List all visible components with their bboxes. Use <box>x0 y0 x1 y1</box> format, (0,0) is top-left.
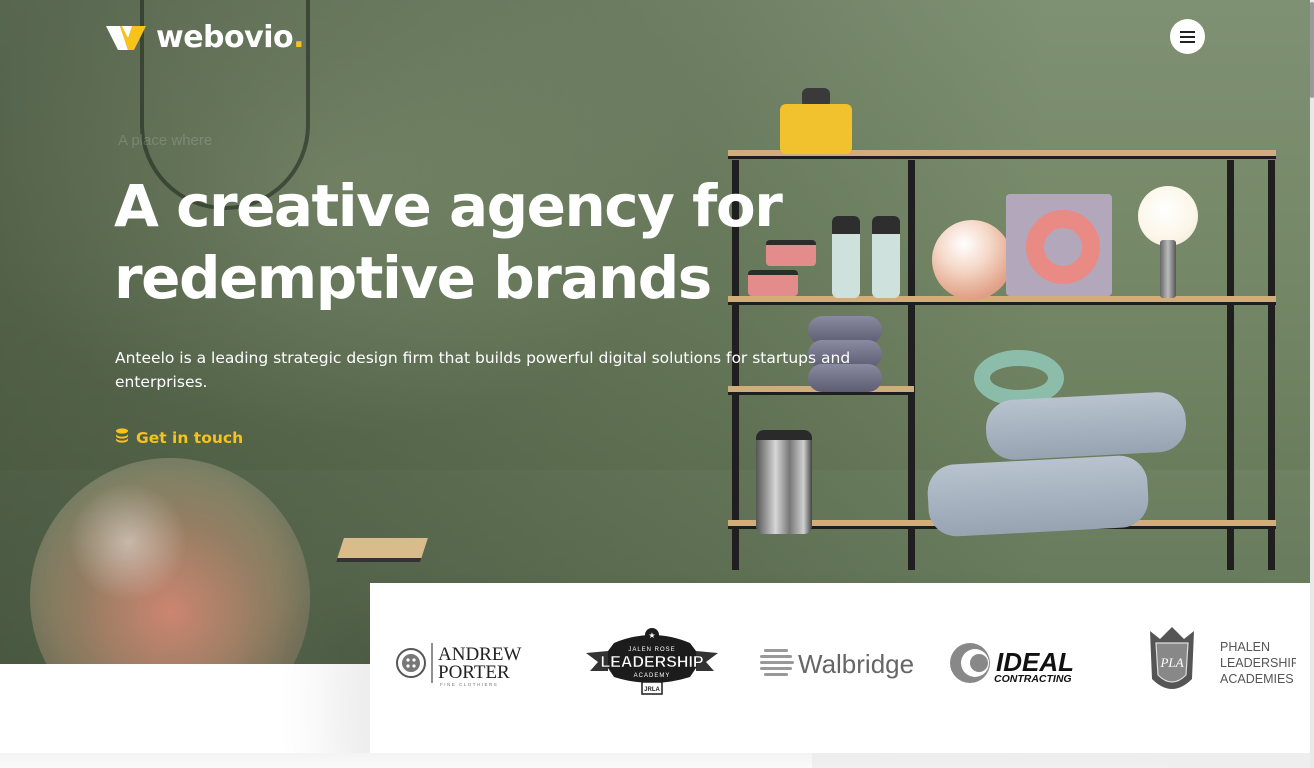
client-logo-ideal-contracting: IDEAL CONTRACTING <box>948 623 1108 703</box>
peach-ball-illustration <box>932 220 1012 300</box>
svg-text:PORTER: PORTER <box>438 662 510 683</box>
hero-headline: A creative agency for redemptive brands <box>114 170 914 314</box>
cushion-illustration <box>926 454 1150 538</box>
page-scrollbar[interactable] <box>1310 0 1314 768</box>
client-logo-leadership-academy: ★ JALEN ROSE LEADERSHIP ACADEMY JRLA <box>584 623 720 703</box>
svg-text:CONTRACTING: CONTRACTING <box>994 673 1072 685</box>
hamburger-icon <box>1180 30 1195 33</box>
svg-text:ACADEMY: ACADEMY <box>634 673 671 679</box>
svg-text:FINE CLOTHIERS: FINE CLOTHIERS <box>440 682 498 687</box>
canister-illustration <box>756 430 812 534</box>
headline-line-2: redemptive brands <box>114 244 712 312</box>
svg-text:Walbridge: Walbridge <box>798 649 914 679</box>
section-divider <box>1170 753 1310 768</box>
lamp-stem-illustration <box>1160 240 1176 298</box>
logo-mark-icon <box>106 24 146 52</box>
scrollbar-thumb[interactable] <box>1310 2 1314 98</box>
cushion-illustration <box>984 390 1188 462</box>
hero-tagline: A place where <box>118 132 213 149</box>
menu-button[interactable] <box>1170 19 1205 54</box>
client-logo-andrew-porter: ANDREW PORTER FINE CLOTHIERS <box>396 623 536 703</box>
svg-text:PLA: PLA <box>1159 655 1183 670</box>
svg-text:LEADERSHIP: LEADERSHIP <box>1220 656 1296 670</box>
svg-text:LEADERSHIP: LEADERSHIP <box>600 654 703 671</box>
logo-text: webovio. <box>156 20 305 55</box>
hero-section: webovio. A place where A creative agency… <box>0 0 1310 664</box>
site-logo[interactable]: webovio. <box>106 20 305 55</box>
svg-text:ACADEMIES: ACADEMIES <box>1220 672 1294 686</box>
hero-description: Anteelo is a leading strategic design fi… <box>115 349 851 391</box>
svg-text:★: ★ <box>648 631 655 640</box>
svg-text:PHALEN: PHALEN <box>1220 640 1270 654</box>
client-logo-walbridge: Walbridge <box>760 623 922 703</box>
coins-icon <box>115 428 129 448</box>
pink-ring-illustration <box>1026 210 1100 284</box>
get-in-touch-link[interactable]: Get in touch <box>115 428 243 448</box>
svg-text:JRLA: JRLA <box>644 687 660 693</box>
client-logo-strip: ANDREW PORTER FINE CLOTHIERS ★ JALEN ROS… <box>370 583 1310 753</box>
hero-plank-decoration <box>336 538 428 562</box>
svg-text:JALEN ROSE: JALEN ROSE <box>628 647 675 653</box>
headline-line-1: A creative agency for <box>114 172 783 240</box>
section-divider <box>0 753 812 768</box>
yellow-bottle-illustration <box>780 88 852 154</box>
lamp-illustration <box>1138 186 1198 246</box>
client-logo-phalen-leadership: PLA PHALEN LEADERSHIP ACADEMIES <box>1136 623 1296 703</box>
